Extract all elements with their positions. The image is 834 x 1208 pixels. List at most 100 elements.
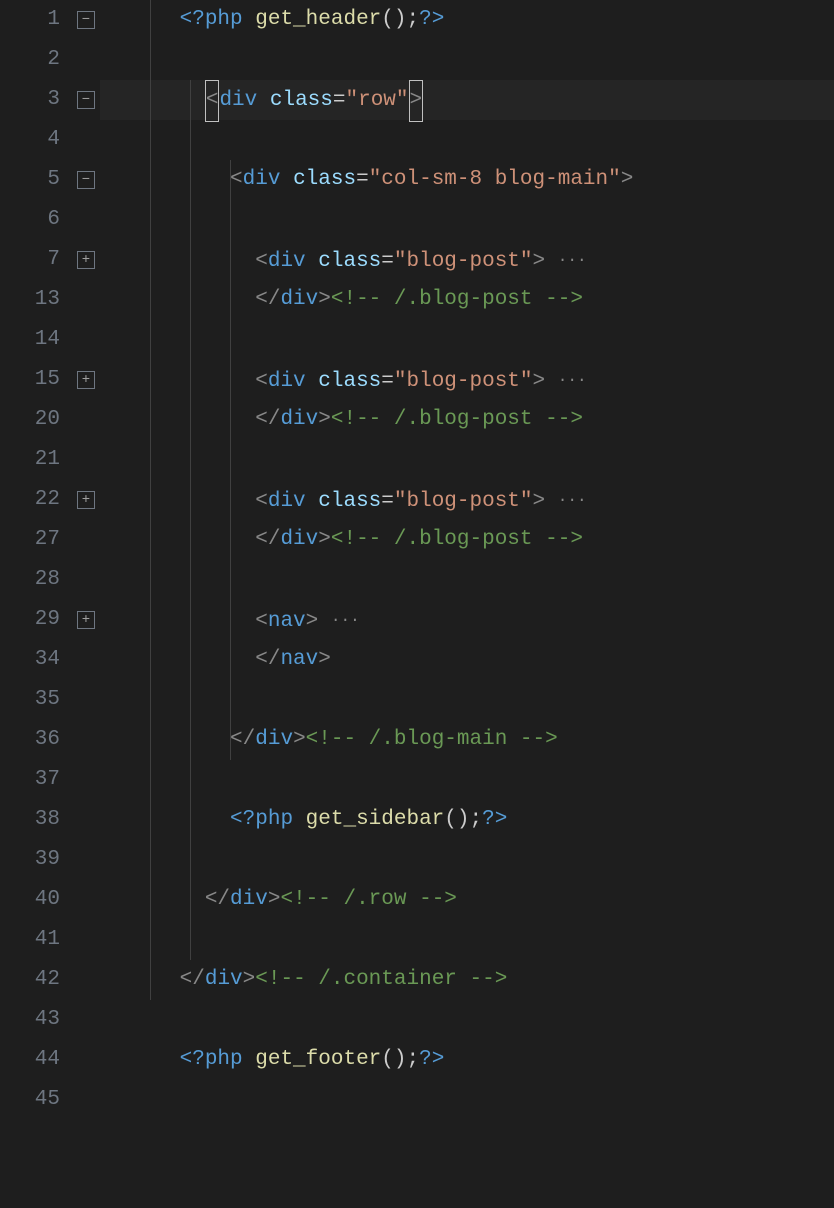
fold-expand-icon[interactable]: + <box>77 611 95 629</box>
fold-cell <box>72 1000 100 1040</box>
code-line[interactable]: </div><!-- /.row --> <box>104 880 834 920</box>
code-line[interactable] <box>104 680 834 720</box>
fold-column: − − − + + + + <box>72 0 100 1208</box>
php-open-tag: <?php <box>180 8 243 31</box>
fold-cell <box>72 760 100 800</box>
code-line[interactable] <box>104 1080 834 1120</box>
fold-cell <box>72 960 100 1000</box>
code-line[interactable]: </nav> <box>104 640 834 680</box>
line-number: 21 <box>0 440 60 480</box>
fold-cell <box>72 680 100 720</box>
code-line[interactable] <box>104 440 834 480</box>
line-number: 29 <box>0 600 60 640</box>
line-number: 38 <box>0 800 60 840</box>
folded-ellipsis-icon[interactable]: ··· <box>558 251 587 269</box>
code-editor[interactable]: 1234567131415202122272829343536373839404… <box>0 0 834 1208</box>
line-number: 41 <box>0 920 60 960</box>
line-number: 35 <box>0 680 60 720</box>
folded-ellipsis-icon[interactable]: ··· <box>558 371 587 389</box>
code-line[interactable]: <nav> ··· <box>104 600 834 640</box>
line-number: 36 <box>0 720 60 760</box>
fold-cell <box>72 120 100 160</box>
fold-cell <box>72 1080 100 1120</box>
line-number-gutter: 1234567131415202122272829343536373839404… <box>0 0 72 1208</box>
fold-cell: + <box>72 480 100 520</box>
folded-ellipsis-icon[interactable]: ··· <box>558 491 587 509</box>
fold-cell <box>72 320 100 360</box>
code-line[interactable] <box>104 40 834 80</box>
code-line[interactable] <box>104 200 834 240</box>
fold-cell: + <box>72 360 100 400</box>
php-close-tag: ?> <box>419 8 444 31</box>
fold-cell: + <box>72 600 100 640</box>
code-line[interactable] <box>104 120 834 160</box>
code-line[interactable] <box>104 760 834 800</box>
code-line[interactable]: <?php get_header();?> <box>104 0 834 40</box>
line-number: 3 <box>0 80 60 120</box>
folded-ellipsis-icon[interactable]: ··· <box>331 611 360 629</box>
fold-expand-icon[interactable]: + <box>77 251 95 269</box>
code-line[interactable]: <div class="col-sm-8 blog-main"> <box>104 160 834 200</box>
matching-bracket-left: < <box>205 80 220 122</box>
fold-cell <box>72 880 100 920</box>
fold-cell <box>72 840 100 880</box>
fold-collapse-icon[interactable]: − <box>77 171 95 189</box>
code-line[interactable] <box>104 1000 834 1040</box>
function-name: get_header <box>255 8 381 31</box>
code-line[interactable]: </div><!-- /.blog-post --> <box>104 400 834 440</box>
fold-expand-icon[interactable]: + <box>77 491 95 509</box>
code-line[interactable]: <div class="row"> <box>104 80 834 120</box>
line-number: 40 <box>0 880 60 920</box>
fold-cell <box>72 800 100 840</box>
line-number: 45 <box>0 1080 60 1120</box>
fold-cell <box>72 560 100 600</box>
code-line[interactable]: </div><!-- /.blog-post --> <box>104 520 834 560</box>
line-number: 34 <box>0 640 60 680</box>
line-number: 37 <box>0 760 60 800</box>
code-line[interactable]: <div class="blog-post"> ··· <box>104 480 834 520</box>
code-line[interactable] <box>104 560 834 600</box>
fold-cell <box>72 640 100 680</box>
fold-expand-icon[interactable]: + <box>77 371 95 389</box>
line-number: 5 <box>0 160 60 200</box>
code-line[interactable]: <?php get_sidebar();?> <box>104 800 834 840</box>
fold-cell <box>72 520 100 560</box>
line-number: 42 <box>0 960 60 1000</box>
line-number: 22 <box>0 480 60 520</box>
fold-cell: − <box>72 160 100 200</box>
code-area[interactable]: <?php get_header();?> <div class="row"> … <box>100 0 834 1208</box>
line-number: 15 <box>0 360 60 400</box>
fold-cell: − <box>72 80 100 120</box>
code-line[interactable]: <?php get_footer();?> <box>104 1040 834 1080</box>
fold-collapse-icon[interactable]: − <box>77 91 95 109</box>
code-line[interactable]: </div><!-- /.blog-post --> <box>104 280 834 320</box>
line-number: 7 <box>0 240 60 280</box>
fold-cell: + <box>72 240 100 280</box>
code-line[interactable]: <div class="blog-post"> ··· <box>104 360 834 400</box>
line-number: 1 <box>0 0 60 40</box>
line-number: 44 <box>0 1040 60 1080</box>
fold-cell <box>72 440 100 480</box>
line-number: 28 <box>0 560 60 600</box>
fold-cell: − <box>72 0 100 40</box>
code-line[interactable]: </div><!-- /.blog-main --> <box>104 720 834 760</box>
fold-cell <box>72 720 100 760</box>
line-number: 2 <box>0 40 60 80</box>
fold-cell <box>72 1040 100 1080</box>
line-number: 4 <box>0 120 60 160</box>
code-line[interactable]: <div class="blog-post"> ··· <box>104 240 834 280</box>
line-number: 27 <box>0 520 60 560</box>
fold-cell <box>72 920 100 960</box>
line-number: 13 <box>0 280 60 320</box>
code-line[interactable] <box>104 920 834 960</box>
code-line[interactable] <box>104 840 834 880</box>
fold-cell <box>72 400 100 440</box>
fold-cell <box>72 200 100 240</box>
code-line[interactable]: </div><!-- /.container --> <box>104 960 834 1000</box>
fold-collapse-icon[interactable]: − <box>77 11 95 29</box>
line-number: 39 <box>0 840 60 880</box>
code-line[interactable] <box>104 320 834 360</box>
line-number: 14 <box>0 320 60 360</box>
line-number: 20 <box>0 400 60 440</box>
fold-cell <box>72 40 100 80</box>
